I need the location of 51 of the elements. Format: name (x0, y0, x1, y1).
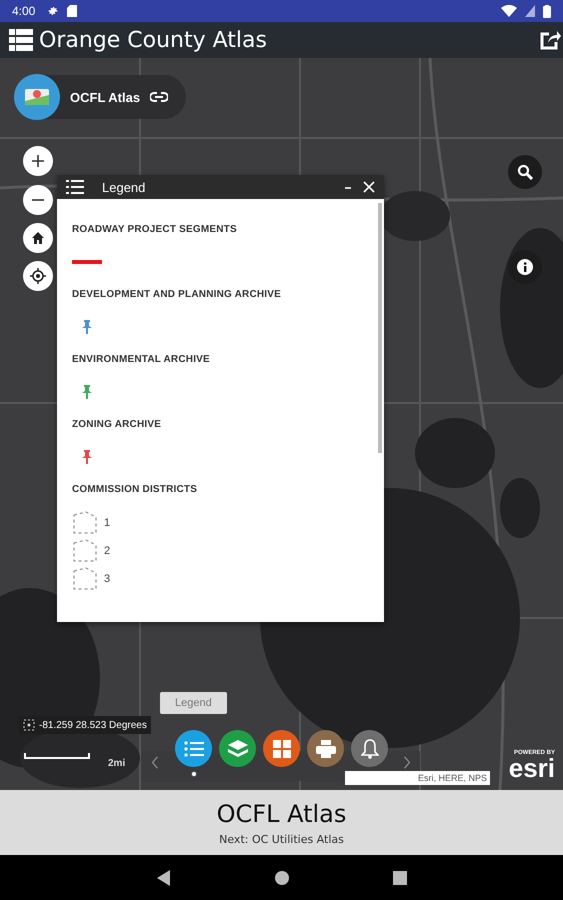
wifi-icon (501, 5, 517, 17)
polygon-symbol-icon (72, 539, 98, 563)
chevron-left-icon[interactable] (150, 756, 160, 769)
gear-icon (47, 5, 60, 17)
signal-icon (525, 5, 535, 17)
house-icon (31, 231, 45, 245)
district-label: 3 (104, 573, 110, 585)
crosshair-icon[interactable] (23, 719, 35, 731)
attribution-text: Esri, HERE, NPS (345, 771, 490, 785)
plus-icon (31, 154, 45, 168)
share-icon[interactable] (539, 30, 561, 50)
info-icon (517, 259, 533, 275)
close-icon[interactable] (363, 181, 375, 193)
legend-section-title: DEVELOPMENT AND PLANNING ARCHIVE (72, 289, 282, 300)
scale-label: 2mi (108, 758, 126, 769)
recents-icon[interactable] (392, 870, 406, 884)
link-icon[interactable] (150, 91, 168, 103)
legend-title: Legend (102, 180, 146, 194)
legend-section-title: ENVIRONMENTAL ARCHIVE (72, 354, 211, 365)
panel-subtitle: Next: OC Utilities Atlas (219, 832, 344, 846)
map-logo-icon (14, 74, 60, 120)
search-icon (517, 164, 533, 180)
battery-icon (543, 4, 551, 18)
layers-icon (228, 740, 248, 758)
sd-card-icon (67, 5, 78, 17)
coordinates-text: -81.259 28.523 Degrees (39, 720, 147, 730)
legend-section-title: ROADWAY PROJECT SEGMENTS (72, 224, 238, 235)
chip-title: OCFL Atlas (70, 90, 140, 104)
district-label: 1 (104, 517, 110, 529)
list-icon (184, 740, 204, 756)
tooltip: Legend (160, 692, 227, 714)
polygon-symbol-icon (72, 567, 98, 591)
list-icon (66, 180, 84, 194)
bell-icon (360, 738, 378, 758)
app-chip[interactable]: OCFL Atlas (14, 75, 186, 119)
home-icon[interactable] (274, 870, 288, 884)
chevron-right-icon[interactable] (402, 756, 412, 769)
logo-wordmark: esri (508, 756, 555, 780)
list-icon[interactable] (9, 29, 33, 51)
legend-section-title: COMMISSION DISTRICTS (72, 484, 198, 495)
back-icon[interactable] (156, 870, 170, 886)
polygon-symbol-icon (72, 511, 98, 535)
panel-title: OCFL Atlas (216, 800, 346, 828)
printer-icon (316, 740, 336, 758)
status-time: 4:00 (12, 4, 36, 18)
app-title: Orange County Atlas (39, 28, 267, 52)
legend-section-title: ZONING ARCHIVE (72, 419, 162, 430)
crosshair-icon (30, 268, 46, 284)
grid-icon (272, 740, 290, 758)
scale-bar (24, 753, 90, 761)
district-label: 2 (104, 545, 110, 557)
